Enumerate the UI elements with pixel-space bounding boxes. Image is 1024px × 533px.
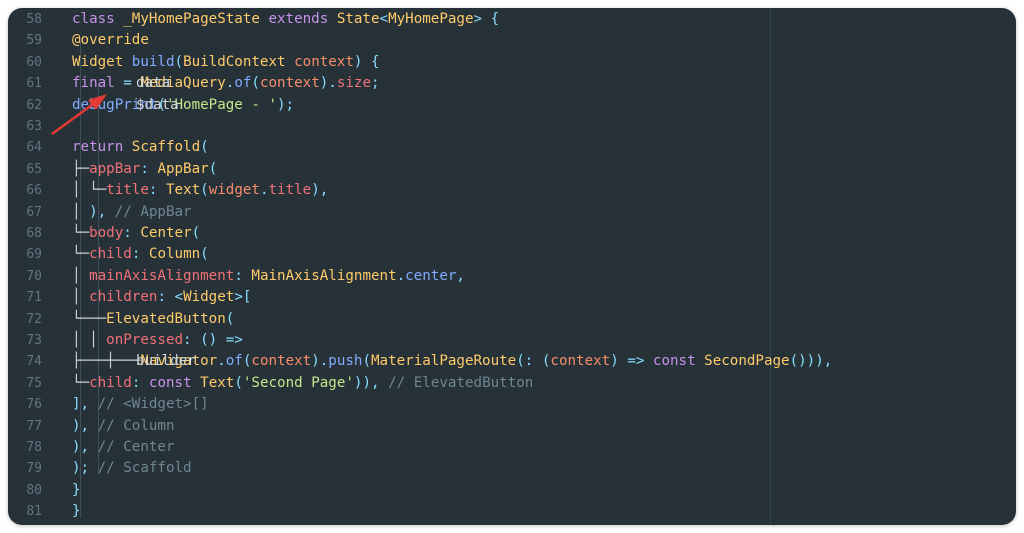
code-editor-window: 58 class _MyHomePageState extends State<M… [8, 8, 1016, 525]
red-annotation-arrow-icon [51, 94, 107, 136]
